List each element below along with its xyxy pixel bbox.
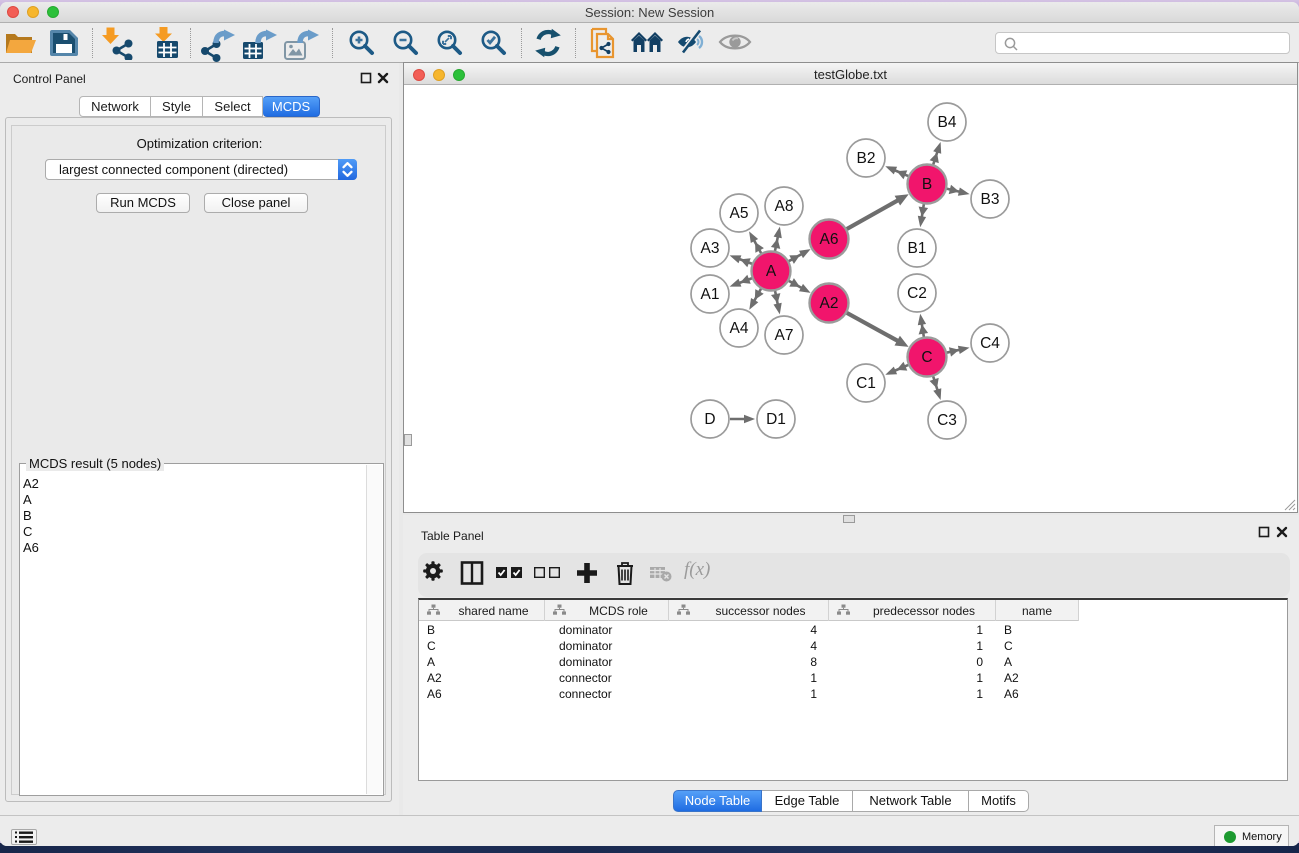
svg-text:B2: B2 — [857, 150, 876, 167]
svg-text:A5: A5 — [730, 205, 749, 222]
svg-text:B1: B1 — [908, 240, 927, 257]
svg-text:C1: C1 — [856, 375, 876, 392]
svg-text:A3: A3 — [701, 240, 720, 257]
svg-text:C: C — [921, 349, 932, 366]
svg-text:B3: B3 — [981, 191, 1000, 208]
svg-text:A: A — [766, 263, 777, 280]
svg-text:A8: A8 — [775, 198, 794, 215]
svg-text:A1: A1 — [701, 286, 720, 303]
svg-text:D1: D1 — [766, 411, 786, 428]
svg-text:B4: B4 — [938, 114, 957, 131]
svg-text:C3: C3 — [937, 412, 957, 429]
svg-text:C4: C4 — [980, 335, 1000, 352]
svg-text:C2: C2 — [907, 285, 927, 302]
svg-text:D: D — [704, 411, 715, 428]
svg-text:A2: A2 — [820, 295, 839, 312]
svg-text:A7: A7 — [775, 327, 794, 344]
svg-text:A6: A6 — [820, 231, 839, 248]
svg-text:B: B — [922, 176, 932, 193]
svg-text:A4: A4 — [730, 320, 749, 337]
